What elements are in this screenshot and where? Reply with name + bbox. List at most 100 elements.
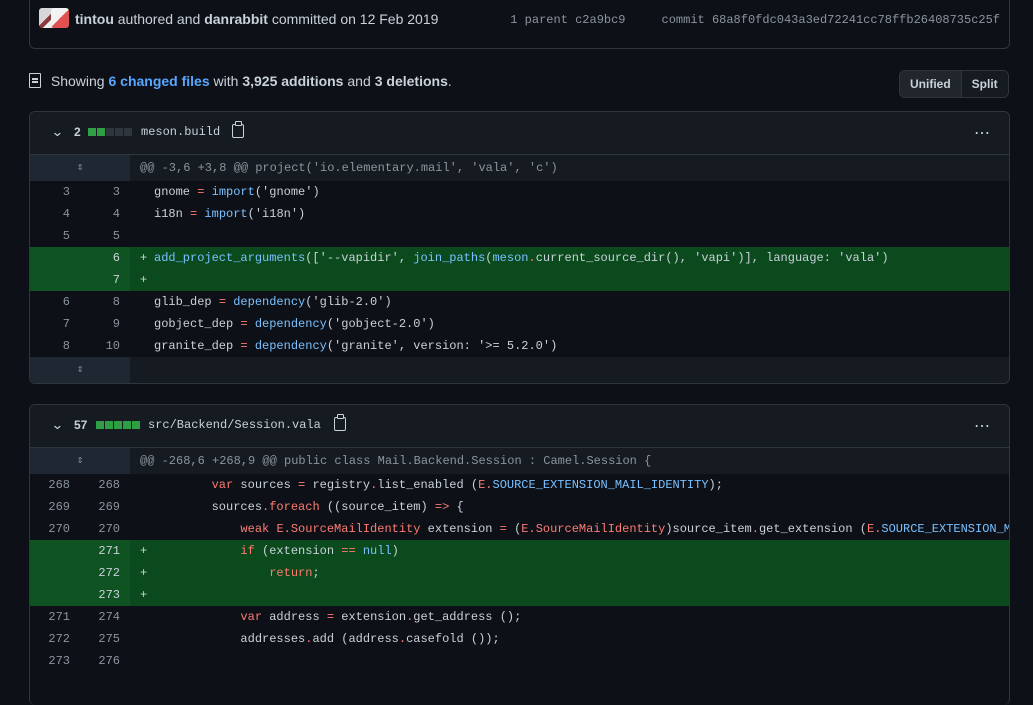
new-line-number[interactable]: 271	[80, 540, 130, 562]
copy-icon[interactable]	[334, 414, 346, 431]
old-line-number[interactable]: 273	[30, 650, 80, 672]
old-line-number	[30, 247, 80, 269]
diffstat-bar	[105, 421, 113, 429]
diffstat-bar	[88, 128, 96, 136]
chevron-down-icon[interactable]: ⌄	[51, 417, 64, 433]
commit-authors: tintou authored and danrabbit committed …	[75, 11, 438, 27]
old-line-number[interactable]: 268	[30, 474, 80, 496]
summary-suffix: .	[447, 73, 452, 89]
file-name[interactable]: src/Backend/Session.vala	[148, 418, 321, 432]
file-diff-session: ⌄ 57 src/Backend/Session.vala ⋯ ⇕ @@ -26…	[29, 404, 1010, 705]
author-link[interactable]: tintou	[75, 11, 114, 27]
additions-count: 3,925 additions	[242, 73, 344, 89]
diff-line: 33 gnome = import('gnome')	[30, 181, 1009, 203]
code-line: i18n = import('i18n')	[154, 207, 306, 221]
new-line-number[interactable]: 8	[80, 291, 130, 313]
committed-text: committed on 12 Feb 2019	[271, 11, 439, 27]
code-line: +	[130, 584, 1009, 606]
new-line-number[interactable]: 275	[80, 628, 130, 650]
change-count: 2	[74, 125, 81, 139]
code-line: gobject_dep = dependency('gobject-2.0')	[154, 317, 435, 331]
new-line-number[interactable]: 276	[80, 650, 130, 672]
chevron-down-icon[interactable]: ⌄	[51, 124, 64, 140]
code-line: granite_dep = dependency('granite', vers…	[154, 339, 558, 353]
code-line: glib_dep = dependency('glib-2.0')	[154, 295, 392, 309]
new-line-number[interactable]: 272	[80, 562, 130, 584]
summary-prefix: Showing	[50, 73, 105, 89]
deletions-count: 3 deletions	[374, 73, 448, 89]
code-line: + return;	[130, 562, 1009, 584]
summary-with: with	[213, 73, 239, 89]
diff-line: 8 10 granite_dep = dependency('granite', …	[30, 335, 1009, 357]
unified-button[interactable]: Unified	[900, 71, 962, 97]
diff-line-added: 272 + return;	[30, 562, 1009, 584]
old-line-number[interactable]: 3	[30, 181, 80, 203]
diff-line-added: 7 +	[30, 269, 1009, 291]
old-line-number	[30, 562, 80, 584]
diff-line: 44 i18n = import('i18n')	[30, 203, 1009, 225]
new-line-number[interactable]: 7	[80, 269, 130, 291]
diff-line: 272 275 addresses.add (address.casefold (…	[30, 628, 1009, 650]
copy-icon[interactable]	[232, 121, 244, 138]
commit-info: tintou authored and danrabbit committed …	[29, 0, 1010, 49]
committer-avatar[interactable]	[51, 8, 69, 28]
changed-files-link[interactable]: 6 changed files	[108, 73, 209, 89]
kebab-icon[interactable]: ⋯	[974, 416, 991, 436]
diff-line-added: 273 +	[30, 584, 1009, 606]
file-header: ⌄ 57 src/Backend/Session.vala ⋯	[30, 405, 1009, 448]
old-line-number[interactable]: 6	[30, 291, 80, 313]
new-line-number[interactable]: 9	[80, 313, 130, 335]
hunk-header: ⇕ @@ -3,6 +3,8 @@ project('io.elementary…	[30, 155, 1009, 181]
old-line-number[interactable]: 7	[30, 313, 80, 335]
old-line-number	[30, 540, 80, 562]
old-line-number[interactable]: 271	[30, 606, 80, 628]
parent-hash-link[interactable]: c2a9bc9	[575, 13, 625, 27]
old-line-number[interactable]: 5	[30, 225, 80, 247]
diff-view-toggle: Unified Split	[899, 70, 1009, 98]
old-line-number[interactable]: 269	[30, 496, 80, 518]
hunk-text: @@ -268,6 +268,9 @@ public class Mail.Ba…	[140, 454, 652, 468]
old-line-number	[30, 584, 80, 606]
new-line-number[interactable]: 269	[80, 496, 130, 518]
old-line-number[interactable]: 4	[30, 203, 80, 225]
authored-text: authored and	[117, 11, 201, 27]
expand-icon[interactable]: ⇕	[30, 357, 130, 383]
file-name[interactable]: meson.build	[141, 125, 220, 139]
old-line-number[interactable]: 270	[30, 518, 80, 540]
diff-body: 268 268 var sources = registry.list_enabl…	[30, 474, 1009, 672]
diffstat-bar	[96, 421, 104, 429]
new-line-number[interactable]: 4	[80, 203, 130, 225]
committer-link[interactable]: danrabbit	[204, 11, 268, 27]
new-line-number[interactable]: 5	[80, 225, 130, 247]
code-line: +	[130, 269, 1009, 291]
expand-icon[interactable]: ⇕	[30, 155, 130, 181]
old-line-number[interactable]: 8	[30, 335, 80, 357]
new-line-number[interactable]: 268	[80, 474, 130, 496]
split-button[interactable]: Split	[961, 71, 1008, 97]
new-line-number[interactable]: 3	[80, 181, 130, 203]
new-line-number[interactable]: 10	[80, 335, 130, 357]
code-line: weak E.SourceMailIdentity extension = (E…	[240, 522, 1009, 536]
diffstat-bar	[97, 128, 105, 136]
kebab-icon[interactable]: ⋯	[974, 123, 991, 143]
diff-line-added: 6 + add_project_arguments(['--vapidir', jo…	[30, 247, 1009, 269]
summary-and: and	[347, 73, 371, 89]
file-header: ⌄ 2 meson.build ⋯	[30, 112, 1009, 155]
diffstat-bar	[106, 128, 114, 136]
hunk-text: @@ -3,6 +3,8 @@ project('io.elementary.m…	[140, 161, 558, 175]
diff-line: 55	[30, 225, 1009, 247]
new-line-number[interactable]: 274	[80, 606, 130, 628]
new-line-number[interactable]: 6	[80, 247, 130, 269]
expand-row: ⇕	[30, 357, 1009, 383]
diff-line: 79 gobject_dep = dependency('gobject-2.0…	[30, 313, 1009, 335]
commit-label: commit	[661, 13, 705, 27]
diff-line: 269 269 sources.foreach ((source_item) =>…	[30, 496, 1009, 518]
new-line-number[interactable]: 270	[80, 518, 130, 540]
expand-icon[interactable]: ⇕	[30, 448, 130, 474]
old-line-number[interactable]: 272	[30, 628, 80, 650]
change-count: 57	[74, 418, 88, 432]
parent-label: 1 parent	[510, 13, 568, 27]
old-line-number	[30, 269, 80, 291]
new-line-number[interactable]: 273	[80, 584, 130, 606]
